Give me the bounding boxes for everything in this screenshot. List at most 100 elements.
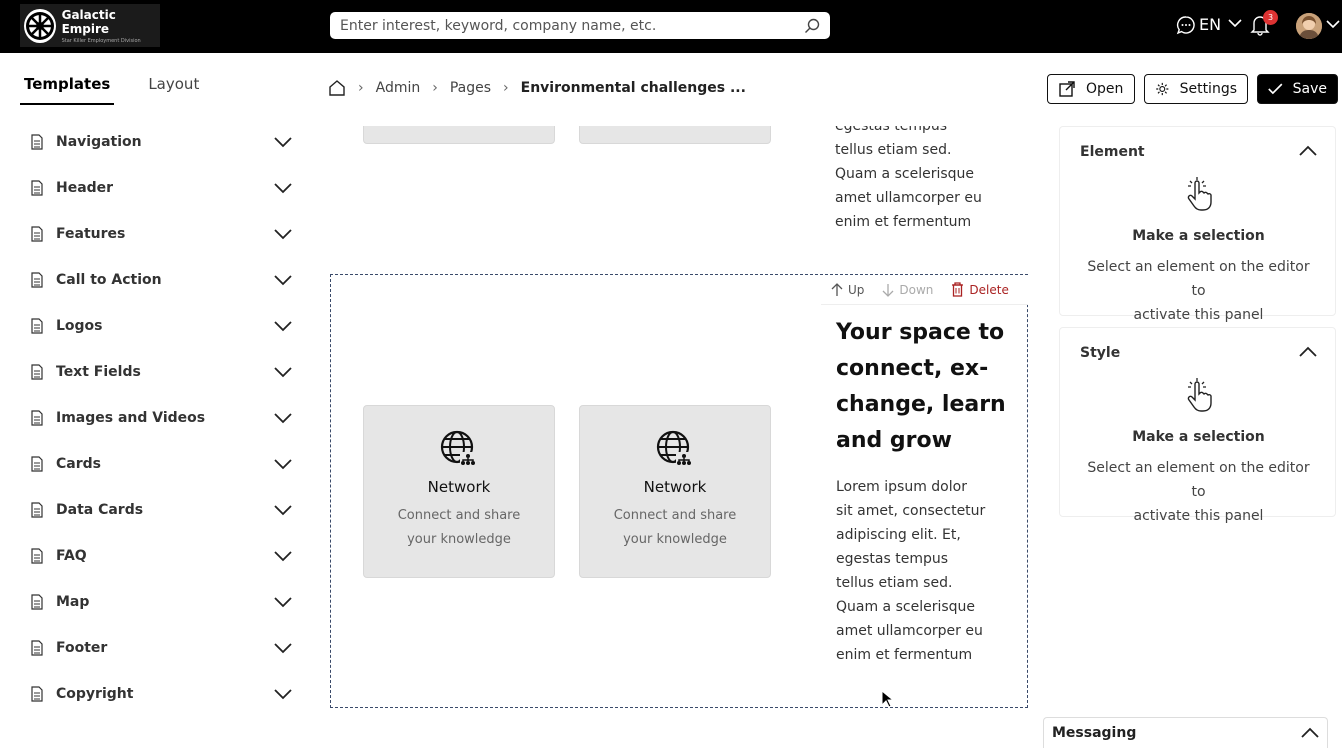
feature-title: Network	[643, 478, 707, 496]
search-bar	[330, 12, 830, 39]
template-item[interactable]: Map	[30, 579, 292, 625]
style-panel: Style Make a selection Select an element…	[1059, 327, 1336, 524]
section-paragraph[interactable]: egestas tempus tellus etiam sed. Quam a sc…	[835, 126, 1015, 234]
editor-canvas[interactable]: egestas tempus tellus etiam sed. Quam a sc…	[330, 126, 1028, 748]
paragraph-line: tellus etiam sed.	[836, 575, 953, 591]
breadcrumb-separator: ›	[432, 80, 438, 96]
chevron-down-icon[interactable]	[274, 688, 292, 700]
globe-network-icon	[440, 430, 476, 466]
chat-icon[interactable]	[1176, 15, 1196, 35]
template-item[interactable]: Cards	[30, 441, 292, 487]
avatar[interactable]	[1296, 13, 1322, 39]
template-item[interactable]: Logos	[30, 303, 292, 349]
arrow-up-icon	[831, 282, 843, 296]
section-heading[interactable]: Your space to connect, ex-change, learn an…	[836, 315, 1016, 459]
chevron-down-icon[interactable]	[274, 320, 292, 332]
chevron-down-icon[interactable]	[1228, 18, 1242, 28]
check-icon	[1268, 83, 1283, 95]
chevron-down-icon[interactable]	[274, 136, 292, 148]
paragraph-line: enim et fermentum	[836, 647, 973, 663]
gear-icon	[1156, 82, 1169, 96]
delete-button[interactable]: Delete	[951, 282, 1009, 297]
template-item[interactable]: Images and Videos	[30, 395, 292, 441]
template-item[interactable]: Navigation	[30, 119, 292, 165]
template-item-label: Call to Action	[56, 272, 162, 288]
feature-card[interactable]: Network Connect and share your knowledge	[579, 405, 771, 578]
breadcrumb-separator: ›	[358, 80, 364, 96]
feature-card[interactable]	[579, 126, 771, 144]
template-item-label: Copyright	[56, 686, 134, 702]
feature-card[interactable]	[363, 126, 555, 144]
breadcrumb-pages[interactable]: Pages	[450, 80, 491, 96]
panel-title: Element	[1080, 144, 1145, 160]
chevron-down-icon[interactable]	[274, 642, 292, 654]
paragraph-line: egestas tempus	[835, 126, 948, 134]
chevron-down-icon[interactable]	[274, 458, 292, 470]
brand-logo[interactable]: Galactic Empire Star Killer Employment D…	[20, 4, 160, 47]
template-item[interactable]: FAQ	[30, 533, 292, 579]
document-icon	[31, 180, 43, 196]
panel-title: Style	[1080, 345, 1121, 361]
heading-line: change, learn	[836, 392, 1006, 417]
chevron-up-icon[interactable]	[1299, 145, 1317, 157]
document-icon	[31, 594, 43, 610]
top-bar: Galactic Empire Star Killer Employment D…	[0, 0, 1342, 53]
language-selector[interactable]: EN	[1199, 15, 1221, 34]
tab-layout[interactable]: Layout	[144, 72, 203, 105]
feature-card[interactable]: Network Connect and share your knowledge	[363, 405, 555, 578]
template-item[interactable]: Call to Action	[30, 257, 292, 303]
panel-heading: Make a selection	[1132, 228, 1265, 244]
template-item[interactable]: Footer	[30, 625, 292, 671]
brand-tagline: Star Killer Employment Division	[61, 37, 141, 44]
template-item[interactable]: Header	[30, 165, 292, 211]
template-item[interactable]: Text Fields	[30, 349, 292, 395]
settings-button[interactable]: Settings	[1144, 74, 1248, 104]
chevron-down-icon[interactable]	[274, 504, 292, 516]
move-down-button[interactable]: Down	[882, 283, 933, 297]
paragraph-line: amet ullamcorper eu	[835, 190, 982, 206]
chevron-down-icon[interactable]	[274, 228, 292, 240]
tab-templates[interactable]: Templates	[20, 72, 115, 105]
brand-name: Galactic Empire	[61, 7, 116, 36]
search-input[interactable]	[340, 17, 804, 34]
chevron-up-icon[interactable]	[1299, 346, 1317, 358]
template-item-label: FAQ	[56, 548, 87, 564]
paragraph-line: sit amet, consectetur	[836, 503, 986, 519]
chevron-down-icon[interactable]	[1326, 19, 1340, 29]
pointer-hand-icon	[1187, 378, 1212, 412]
chevron-down-icon[interactable]	[274, 274, 292, 286]
messaging-bar[interactable]: Messaging	[1043, 717, 1328, 748]
save-button[interactable]: Save	[1257, 74, 1338, 104]
template-item-label: Footer	[56, 640, 108, 656]
template-list: Navigation Header Features Call to Action Lo…	[30, 119, 292, 717]
template-item[interactable]: Data Cards	[30, 487, 292, 533]
chevron-up-icon[interactable]	[1301, 727, 1319, 739]
selected-section[interactable]: Up Down Delete Network Connect and share…	[330, 274, 1028, 708]
search-icon[interactable]	[804, 18, 820, 34]
chevron-down-icon[interactable]	[274, 596, 292, 608]
document-icon	[31, 502, 43, 518]
document-icon	[31, 364, 43, 380]
breadcrumb-separator: ›	[503, 80, 509, 96]
paragraph-line: Lorem ipsum dolor	[836, 479, 967, 495]
document-icon	[31, 134, 43, 150]
chevron-down-icon[interactable]	[274, 182, 292, 194]
template-item[interactable]: Copyright	[30, 671, 292, 717]
chevron-down-icon[interactable]	[274, 412, 292, 424]
chevron-down-icon[interactable]	[274, 550, 292, 562]
heading-line: Your space to	[836, 320, 1005, 345]
move-up-button[interactable]: Up	[831, 283, 864, 297]
section-paragraph[interactable]: Lorem ipsum dolor sit amet, consectetur ad…	[836, 475, 1016, 667]
feature-description: Connect and share your knowledge	[384, 504, 534, 552]
home-icon[interactable]	[328, 79, 346, 97]
chevron-down-icon[interactable]	[274, 366, 292, 378]
breadcrumb-admin[interactable]: Admin	[376, 80, 421, 96]
notification-badge: 3	[1263, 10, 1278, 25]
paragraph-line: enim et fermentum	[835, 214, 972, 230]
globe-network-icon	[656, 430, 692, 466]
document-icon	[31, 272, 43, 288]
document-icon	[31, 318, 43, 334]
paragraph-line: egestas tempus	[836, 551, 949, 567]
template-item[interactable]: Features	[30, 211, 292, 257]
open-button[interactable]: Open	[1047, 74, 1135, 104]
